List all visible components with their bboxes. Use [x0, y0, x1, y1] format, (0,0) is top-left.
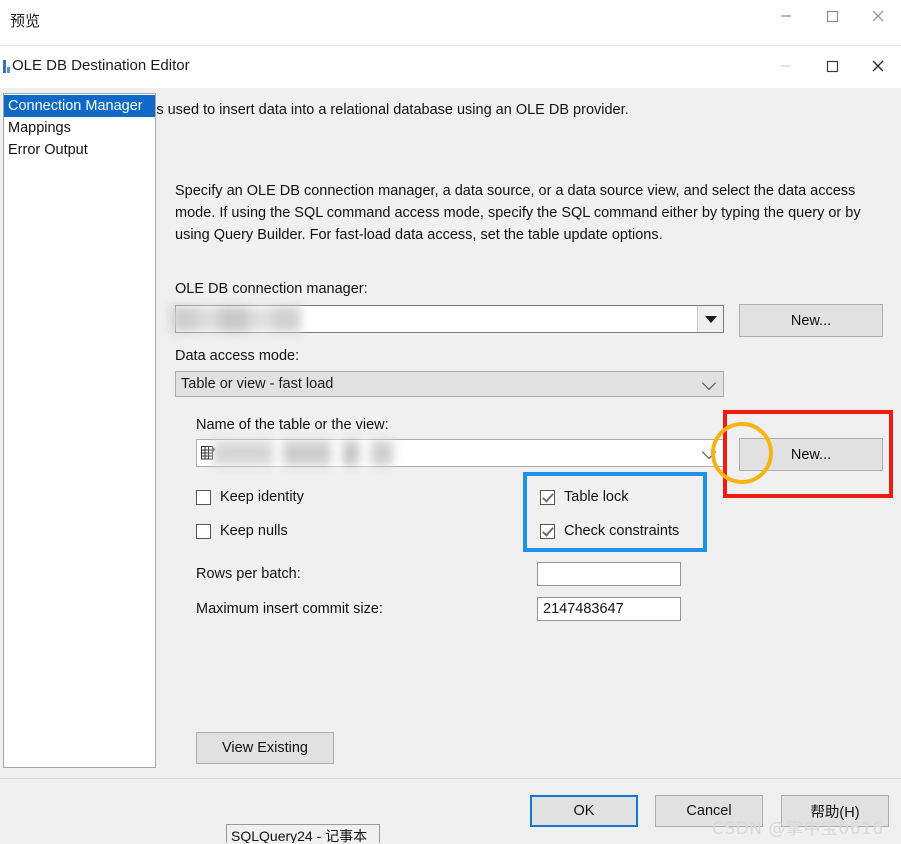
keep-nulls-option[interactable]: Keep nulls	[196, 523, 288, 539]
new-connection-manager-button[interactable]: New...	[739, 304, 883, 337]
keep-nulls-checkbox[interactable]	[196, 523, 211, 539]
taskbar-item-notepad[interactable]: SQLQuery24 - 记事本	[226, 824, 380, 843]
sidebar-item-mappings[interactable]: Mappings	[4, 117, 155, 139]
table-icon	[201, 446, 216, 460]
rows-per-batch-label: Rows per batch:	[196, 566, 301, 582]
connection-manager-dropdown-arrow[interactable]	[697, 306, 723, 332]
dialog-titlebar: OLE DB Destination Editor	[0, 46, 901, 88]
dialog-title: OLE DB Destination Editor	[12, 57, 190, 74]
dialog-minimize-button[interactable]	[763, 50, 809, 82]
check-constraints-checkbox[interactable]	[540, 523, 555, 539]
sidebar-item-error-output[interactable]: Error Output	[4, 139, 155, 161]
chevron-down-icon	[701, 444, 717, 460]
max-insert-commit-size-input[interactable]: 2147483647	[537, 597, 681, 621]
pane-intro-text: Specify an OLE DB connection manager, a …	[175, 183, 861, 243]
keep-identity-label: Keep identity	[220, 489, 304, 505]
table-or-view-label: Name of the table or the view:	[196, 417, 389, 433]
max-insert-commit-size-label: Maximum insert commit size:	[196, 601, 383, 617]
rows-per-batch-input[interactable]	[537, 562, 681, 586]
table-or-view-combo[interactable]	[196, 439, 724, 467]
outer-window-title: 预览	[10, 12, 41, 30]
data-access-mode-combo[interactable]: Table or view - fast load	[175, 371, 724, 397]
data-access-mode-value: Table or view - fast load	[181, 376, 334, 392]
outer-window-titlebar: 预览	[0, 0, 901, 45]
check-constraints-label: Check constraints	[564, 523, 680, 539]
csdn-watermark: CSDN @掌中宝0616	[712, 819, 884, 839]
outer-maximize-button[interactable]	[809, 0, 855, 32]
table-lock-checkbox[interactable]	[540, 489, 555, 505]
table-lock-label: Table lock	[564, 489, 629, 505]
connection-manager-value	[176, 306, 697, 332]
outer-minimize-button[interactable]	[763, 0, 809, 32]
sidebar-page-list[interactable]: Connection Manager Mappings Error Output	[3, 93, 156, 768]
dialog-close-button[interactable]	[855, 50, 901, 82]
view-existing-button[interactable]: View Existing	[196, 732, 334, 764]
sidebar-item-connection-manager[interactable]: Connection Manager	[4, 95, 155, 117]
ok-button[interactable]: OK	[530, 795, 638, 827]
keep-identity-checkbox[interactable]	[196, 489, 211, 505]
dialog-maximize-button[interactable]	[809, 50, 855, 82]
table-lock-option[interactable]: Table lock	[540, 489, 628, 505]
outer-close-button[interactable]	[855, 0, 901, 32]
connection-manager-label: OLE DB connection manager:	[175, 281, 368, 297]
outer-window-controls	[763, 0, 901, 32]
keep-nulls-label: Keep nulls	[220, 523, 288, 539]
chevron-down-icon	[704, 315, 717, 323]
keep-identity-option[interactable]: Keep identity	[196, 489, 304, 505]
connection-manager-combo[interactable]	[175, 305, 724, 333]
dialog-window-controls	[763, 50, 901, 82]
chevron-down-icon	[701, 375, 717, 391]
check-constraints-option[interactable]: Check constraints	[540, 523, 679, 539]
dialog-app-icon	[3, 60, 10, 73]
new-table-button[interactable]: New...	[739, 438, 883, 471]
data-access-mode-label: Data access mode:	[175, 348, 300, 364]
